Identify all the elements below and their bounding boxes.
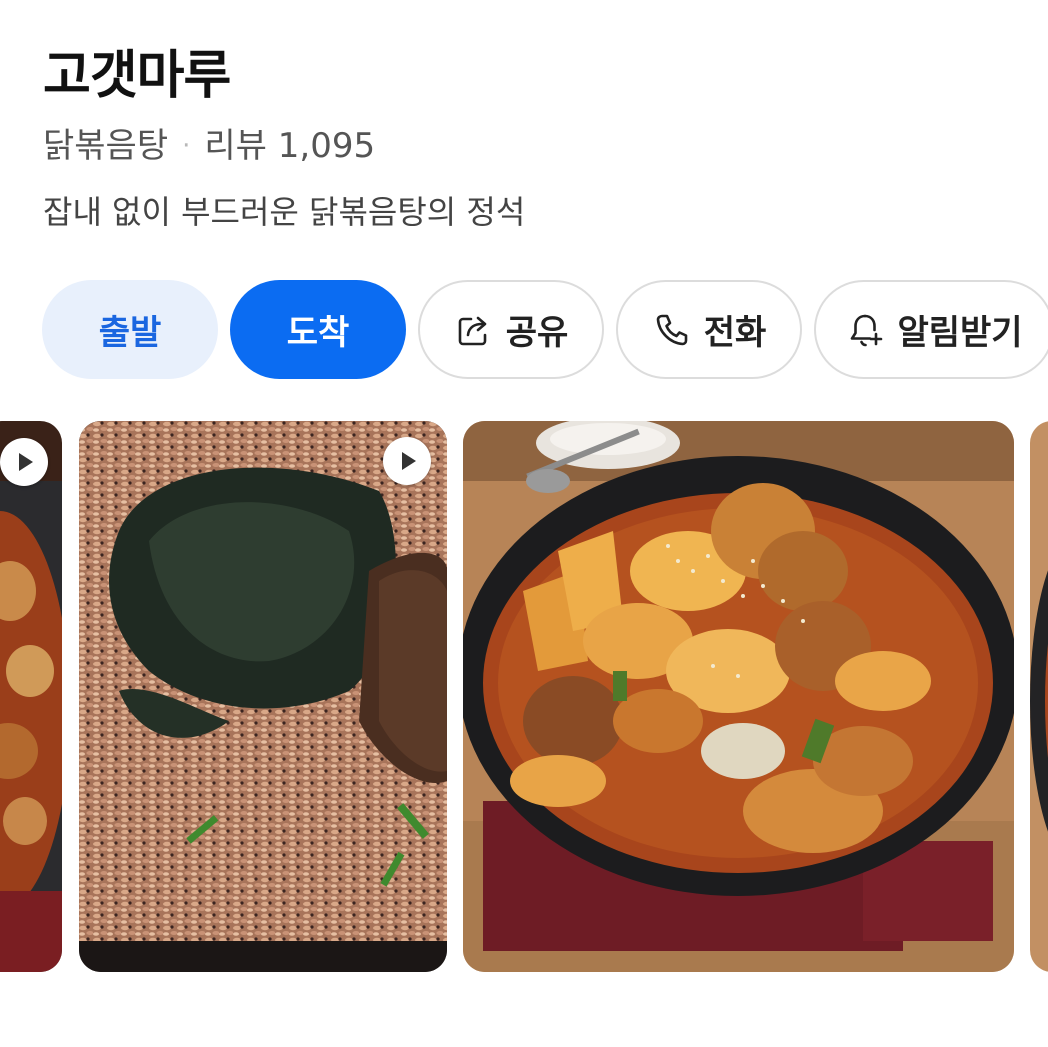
place-description: 잡내 없이 부드러운 닭볶음탕의 정석 [43, 193, 526, 231]
stew-photo-partial [0, 421, 62, 972]
depart-button[interactable]: 출발 [42, 280, 218, 379]
gallery-photo[interactable] [1030, 421, 1048, 972]
depart-label: 출발 [98, 313, 162, 353]
notify-button[interactable]: 알림받기 [814, 280, 1048, 379]
action-button-row: 출발 도착 공유 전화 알림받기 [42, 280, 1048, 379]
fried-rice-photo [79, 421, 447, 972]
gallery-photo[interactable] [79, 421, 447, 972]
phone-icon [656, 314, 688, 345]
place-meta: 닭볶음탕 · 리뷰 1,095 [43, 124, 375, 168]
photo-gallery[interactable] [0, 421, 1048, 972]
gallery-photo[interactable] [0, 421, 62, 972]
share-icon [458, 316, 487, 345]
review-count-link[interactable]: 리뷰 1,095 [204, 124, 375, 168]
notify-label: 알림받기 [897, 313, 1023, 353]
call-label: 전화 [703, 313, 767, 353]
arrive-label: 도착 [286, 313, 350, 353]
play-icon[interactable] [383, 437, 431, 485]
bell-plus-icon [851, 314, 883, 346]
play-icon[interactable] [0, 438, 48, 486]
place-category: 닭볶음탕 [43, 126, 169, 166]
place-title: 고갯마루 [43, 46, 231, 106]
food-photo-partial [1030, 421, 1048, 972]
meta-separator: · [182, 131, 191, 161]
braised-chicken-photo [463, 421, 1014, 972]
gallery-photo[interactable] [463, 421, 1014, 972]
call-button[interactable]: 전화 [616, 280, 802, 379]
share-button[interactable]: 공유 [418, 280, 604, 379]
arrive-button[interactable]: 도착 [230, 280, 406, 379]
share-label: 공유 [505, 313, 569, 353]
place-detail-page: 고갯마루 닭볶음탕 · 리뷰 1,095 잡내 없이 부드러운 닭볶음탕의 정석… [0, 0, 1048, 1047]
